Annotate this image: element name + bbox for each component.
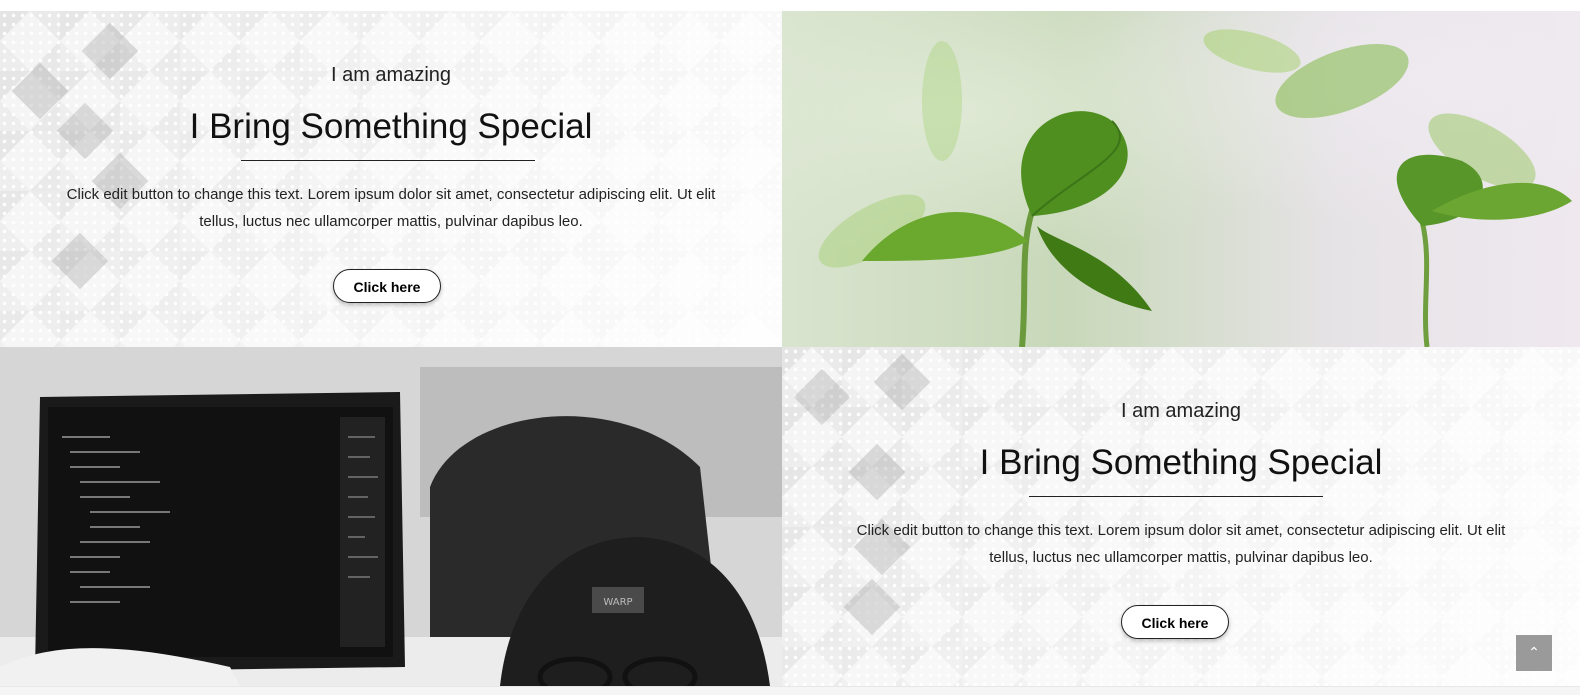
laptop-image: WARP	[0, 347, 782, 686]
text-block-content: I am amazing I Bring Something Special C…	[782, 347, 1580, 686]
section-title: I Bring Something Special	[979, 443, 1383, 482]
click-here-button[interactable]: Click here	[333, 269, 441, 303]
text-block-content: I am amazing I Bring Something Special C…	[0, 11, 782, 347]
body-text-line: Click edit button to change this text. L…	[856, 522, 1506, 539]
text-block-top: I am amazing I Bring Something Special C…	[0, 11, 782, 347]
section-title: I Bring Something Special	[189, 107, 593, 146]
plant-image	[782, 11, 1580, 347]
laptop-illustration: WARP	[0, 347, 782, 686]
title-divider	[241, 160, 535, 161]
chevron-up-icon: ⌃	[1528, 645, 1540, 661]
click-here-button[interactable]: Click here	[1121, 605, 1229, 639]
body-text: Click edit button to change this text. L…	[782, 517, 1580, 571]
body-text: Click edit button to change this text. L…	[0, 181, 782, 235]
plant-illustration	[818, 29, 1572, 347]
body-text-line: Click edit button to change this text. L…	[66, 186, 716, 203]
eyebrow-text: I am amazing	[330, 64, 452, 86]
cap-label: WARP	[603, 597, 632, 608]
scroll-to-top-button[interactable]: ⌃	[1516, 635, 1552, 671]
eyebrow-text: I am amazing	[1120, 400, 1242, 422]
content-grid: I am amazing I Bring Something Special C…	[0, 11, 1580, 686]
text-block-bottom: I am amazing I Bring Something Special C…	[782, 347, 1580, 686]
title-divider	[1029, 496, 1323, 497]
body-text-line: tellus, luctus nec ullamcorper mattis, p…	[989, 549, 1373, 566]
body-text-line: tellus, luctus nec ullamcorper mattis, p…	[199, 213, 583, 230]
